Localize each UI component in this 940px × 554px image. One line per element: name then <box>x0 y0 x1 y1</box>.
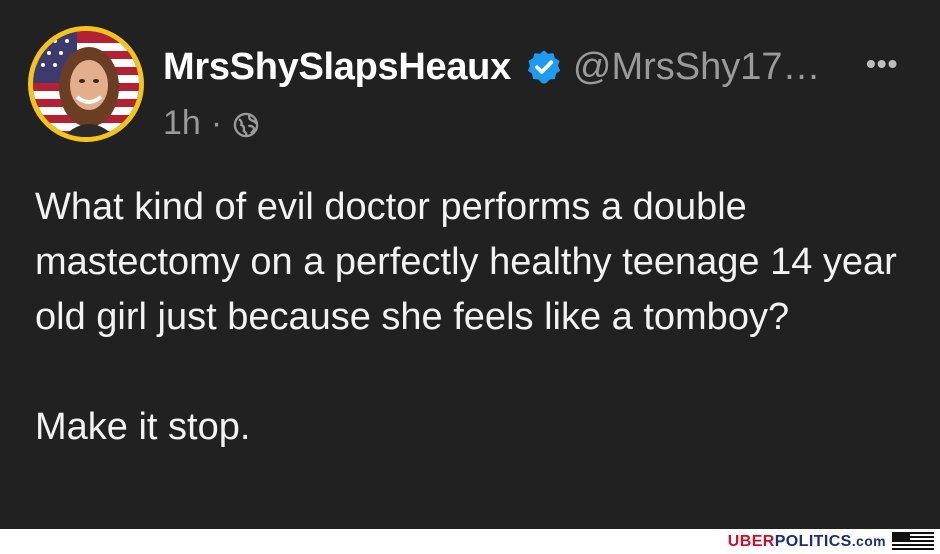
post-card: MrsShySlapsHeaux @MrsShy17… ••• 1h · Wha… <box>0 0 940 529</box>
globe-icon <box>232 109 260 138</box>
post-header: MrsShySlapsHeaux @MrsShy17… <box>163 44 821 90</box>
post-text-paragraph: Make it stop. <box>35 406 251 448</box>
avatar[interactable] <box>28 26 144 142</box>
more-options-icon[interactable]: ••• <box>866 50 898 78</box>
post-meta: 1h · <box>163 104 260 142</box>
post-time[interactable]: 1h <box>163 104 201 143</box>
verified-badge-icon <box>525 48 563 86</box>
brand-politics: POLITICS <box>774 533 852 550</box>
display-name[interactable]: MrsShySlapsHeaux <box>163 46 511 89</box>
user-handle[interactable]: @MrsShy17… <box>573 46 821 89</box>
meta-separator: · <box>210 103 223 142</box>
avatar-image <box>33 31 139 137</box>
brand-dotcom: .com <box>851 533 886 549</box>
brand-uber: UBER <box>727 533 775 550</box>
post-text-paragraph: What kind of evil doctor performs a doub… <box>35 186 897 338</box>
brand-watermark: UBERPOLITICS.com <box>728 533 886 551</box>
us-flag-icon <box>892 532 934 552</box>
watermark-bar: UBERPOLITICS.com <box>0 529 940 554</box>
post-body: What kind of evil doctor performs a doub… <box>35 180 915 455</box>
